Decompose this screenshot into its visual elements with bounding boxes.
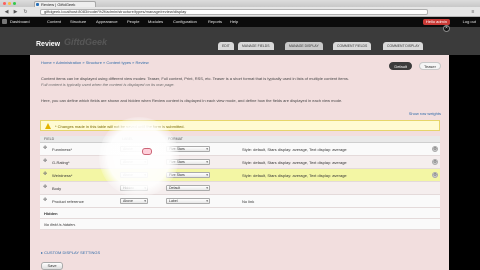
help-text-description: Here, you can define which fields are sh… bbox=[41, 98, 343, 103]
tutorial-spotlight bbox=[99, 117, 179, 197]
tab-teaser[interactable]: Teaser bbox=[418, 62, 441, 70]
address-bar[interactable]: giftdgeek.localhost:8083/node/%2f/admin/… bbox=[40, 9, 428, 15]
site-watermark: GiftdGeek bbox=[64, 37, 108, 47]
warning-icon bbox=[45, 123, 51, 129]
gear-icon[interactable]: ⚙ bbox=[432, 159, 438, 165]
table-row: ✥ Body Hidden Default bbox=[40, 182, 440, 195]
drag-handle-icon[interactable]: ✥ bbox=[43, 185, 48, 190]
home-icon[interactable] bbox=[2, 19, 7, 24]
empty-region-message: No field is hidden. bbox=[44, 222, 76, 227]
drag-handle-icon[interactable]: ✥ bbox=[43, 159, 48, 164]
help-text-note: Full content is typically used when the … bbox=[41, 82, 175, 87]
drag-handle-icon[interactable]: ✥ bbox=[43, 198, 48, 203]
content-panel: Default Teaser Home » Administration » S… bbox=[30, 55, 449, 270]
save-button[interactable]: Save bbox=[41, 262, 63, 270]
format-summary: No link bbox=[242, 199, 255, 204]
toolbar-item-structure[interactable]: Structure bbox=[70, 17, 86, 27]
page-title: Review bbox=[36, 41, 61, 48]
toolbar-item-reports[interactable]: Reports bbox=[208, 17, 222, 27]
toolbar-item-modules[interactable]: Modules bbox=[148, 17, 163, 27]
hidden-region-header: Hidden bbox=[40, 208, 440, 219]
tab-default[interactable]: Default bbox=[389, 62, 412, 70]
table-row: ✥ Weirdness* Above Five Stars Style: def… bbox=[40, 169, 440, 182]
format-summary: Style: default, Stars display: average, … bbox=[242, 147, 347, 152]
warning-message: * Changes made in this table will not be… bbox=[40, 120, 440, 131]
toolbar-item-configuration[interactable]: Configuration bbox=[173, 17, 197, 27]
toolbar-item-appearance[interactable]: Appearance bbox=[96, 17, 118, 27]
tab-comment-display[interactable]: Comment display bbox=[383, 42, 424, 50]
toolbar-item-people[interactable]: People bbox=[127, 17, 139, 27]
tab-manage-fields[interactable]: Manage fields bbox=[238, 42, 274, 50]
format-summary: Style: default, Stars display: average, … bbox=[242, 173, 347, 178]
drag-handle-icon[interactable]: ✥ bbox=[43, 146, 48, 151]
minimize-window-icon[interactable] bbox=[8, 2, 11, 5]
toolbar-item-dashboard[interactable]: Dashboard bbox=[10, 17, 30, 27]
show-row-weights-link[interactable]: Show row weights bbox=[409, 111, 441, 116]
menu-icon[interactable]: ≡ bbox=[470, 9, 476, 15]
gear-icon[interactable]: ⚙ bbox=[432, 172, 438, 178]
spotlight-highlight-marker bbox=[142, 148, 152, 155]
field-name: Product reference bbox=[52, 199, 84, 204]
toolbar-item-help[interactable]: Help bbox=[230, 17, 238, 27]
tab-manage-display[interactable]: Manage display bbox=[285, 42, 323, 50]
format-summary: Style: default, Stars display: average, … bbox=[242, 160, 347, 165]
overlay-header: GiftdGeek Review Edit Manage fields Mana… bbox=[0, 27, 480, 55]
close-window-icon[interactable] bbox=[3, 2, 6, 5]
reload-button[interactable]: ↻ bbox=[22, 9, 29, 15]
format-select[interactable]: Default bbox=[166, 185, 210, 191]
logout-link[interactable]: Log out bbox=[463, 17, 476, 27]
empty-region-row: No field is hidden. bbox=[40, 219, 440, 230]
drag-handle-icon[interactable]: ✥ bbox=[43, 172, 48, 177]
toolbar-item-content[interactable]: Content bbox=[47, 17, 61, 27]
column-header-field: Field bbox=[44, 137, 55, 141]
maximize-window-icon[interactable] bbox=[13, 2, 16, 5]
browser-toolbar: ◀ ▶ ↻ giftdgeek.localhost:8083/node/%2f/… bbox=[0, 7, 480, 17]
custom-display-settings-toggle[interactable]: ▸ Custom display settings bbox=[41, 250, 100, 255]
field-name: Funniness* bbox=[52, 147, 73, 152]
table-row: ✥ Product reference Above Label No link bbox=[40, 195, 440, 208]
format-select[interactable]: Label bbox=[166, 198, 210, 204]
gear-icon[interactable]: ⚙ bbox=[432, 146, 438, 152]
field-name: Weirdness* bbox=[52, 173, 73, 178]
browser-tabstrip: Review | GiftdGeek bbox=[0, 0, 480, 7]
forward-button[interactable]: ▶ bbox=[12, 9, 19, 15]
hidden-region-title: Hidden bbox=[44, 211, 58, 216]
label-select[interactable]: Above bbox=[120, 198, 148, 204]
close-icon[interactable]: × bbox=[443, 25, 450, 32]
favicon-icon bbox=[36, 3, 39, 6]
admin-toolbar: Dashboard Content Structure Appearance P… bbox=[0, 17, 480, 27]
tab-comment-fields[interactable]: Comment fields bbox=[333, 42, 372, 50]
field-name: Body bbox=[52, 186, 62, 191]
help-text: Content items can be displayed using dif… bbox=[41, 76, 349, 81]
breadcrumb[interactable]: Home » Administration » Structure » Cont… bbox=[41, 60, 149, 65]
back-button[interactable]: ◀ bbox=[3, 9, 10, 15]
field-name: G-Rating* bbox=[52, 160, 70, 165]
table-header: Field Label Format bbox=[40, 136, 440, 143]
tab-edit[interactable]: Edit bbox=[218, 42, 234, 50]
